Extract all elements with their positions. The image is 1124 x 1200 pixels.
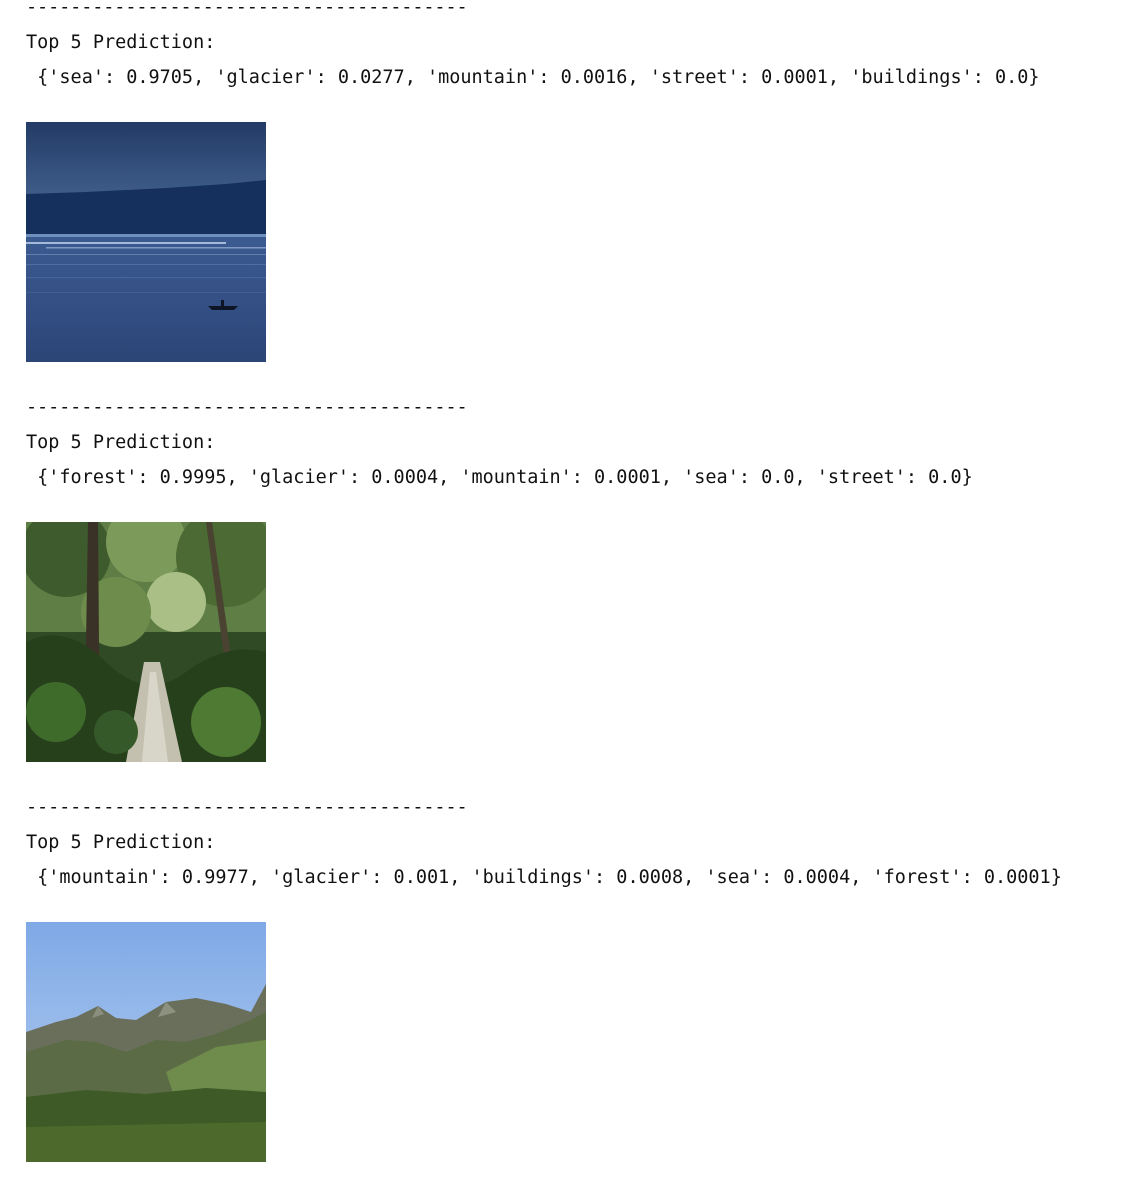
prediction-dict: {'sea': 0.9705, 'glacier': 0.0277, 'moun… xyxy=(26,67,1040,88)
output-block-1: ----------------------------------------… xyxy=(0,0,1124,400)
separator-line: ---------------------------------------- xyxy=(26,0,468,18)
output-block-2: ----------------------------------------… xyxy=(0,397,1124,800)
prediction-heading: Top 5 Prediction: xyxy=(26,32,216,53)
separator-line: ---------------------------------------- xyxy=(26,797,468,818)
prediction-heading: Top 5 Prediction: xyxy=(26,832,216,853)
mountain-landscape-image xyxy=(26,922,266,1162)
prediction-heading: Top 5 Prediction: xyxy=(26,432,216,453)
sea-scene-image xyxy=(26,122,266,362)
forest-path-image xyxy=(26,522,266,762)
prediction-dict: {'forest': 0.9995, 'glacier': 0.0004, 'm… xyxy=(26,467,973,488)
separator-line: ---------------------------------------- xyxy=(26,397,468,418)
prediction-dict: {'mountain': 0.9977, 'glacier': 0.001, '… xyxy=(26,867,1062,888)
output-block-3: ----------------------------------------… xyxy=(0,797,1124,1200)
